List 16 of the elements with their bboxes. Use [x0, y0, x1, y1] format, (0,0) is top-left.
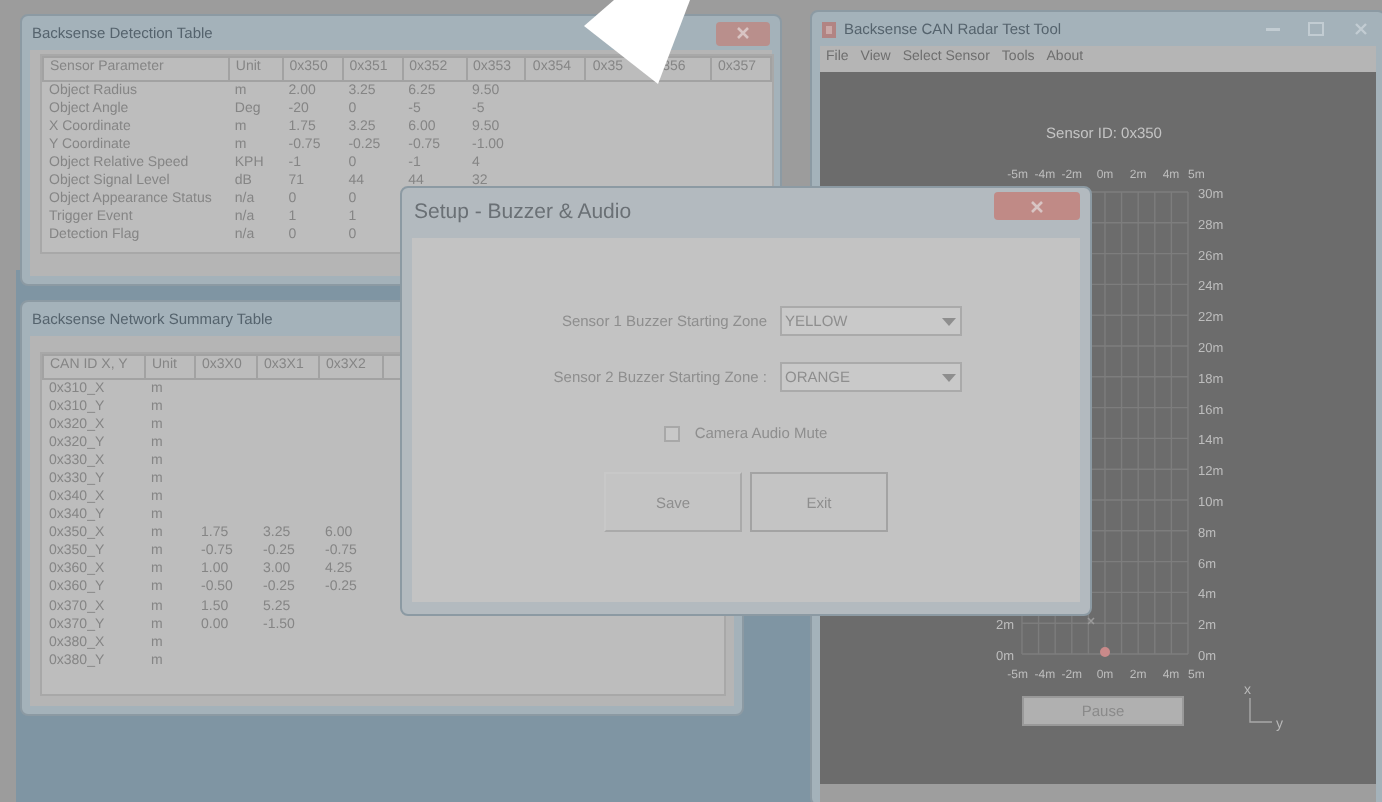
- maximize-icon: [1308, 22, 1324, 36]
- axis-line: [1249, 697, 1273, 723]
- dialog-title: Setup - Buzzer & Audio: [414, 197, 632, 228]
- close-icon: [1353, 22, 1367, 36]
- maximize-button[interactable]: [1302, 19, 1330, 39]
- app-icon: [822, 21, 836, 37]
- target-marker-icon: [1087, 617, 1095, 625]
- caret-icon: [941, 317, 955, 325]
- close-button[interactable]: [994, 192, 1080, 220]
- pointer-shape: [580, 0, 692, 86]
- close-icon: [736, 26, 750, 40]
- mute-checkbox[interactable]: [664, 425, 681, 442]
- caret-icon: [941, 373, 955, 381]
- sensor-dot: [1100, 647, 1110, 657]
- close-button[interactable]: [716, 21, 770, 45]
- close-icon: [1030, 199, 1044, 213]
